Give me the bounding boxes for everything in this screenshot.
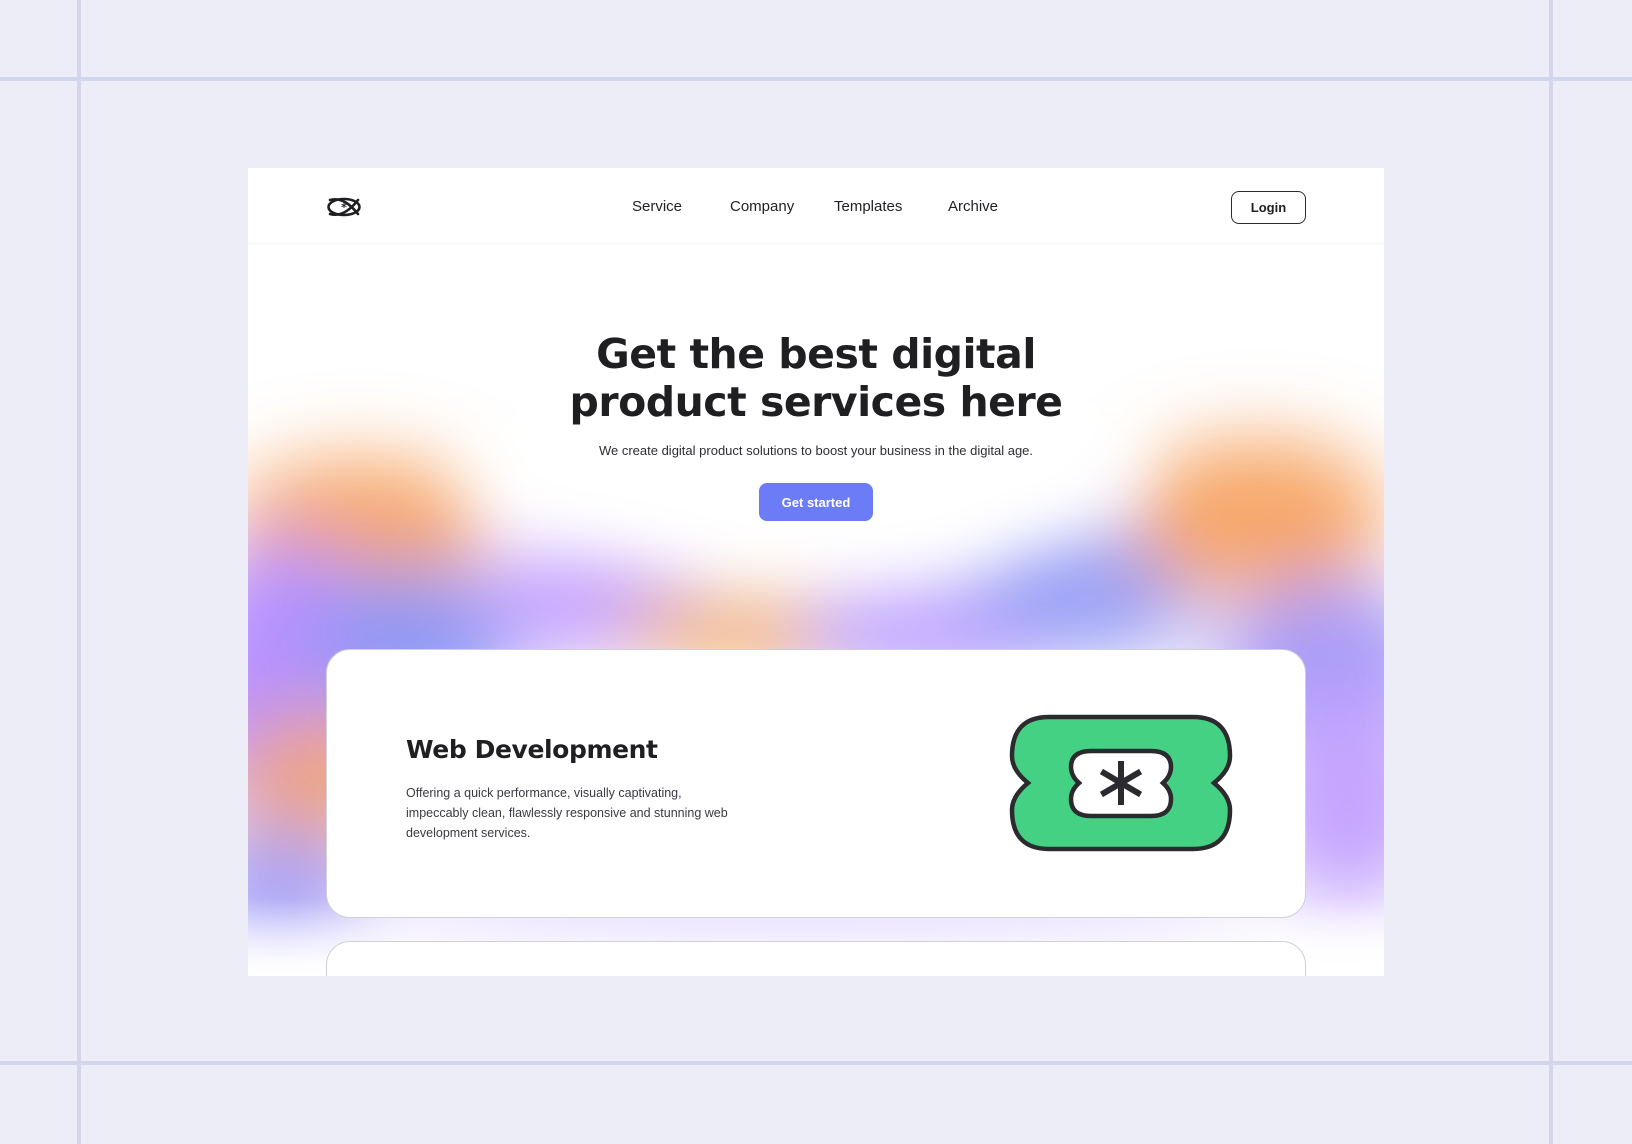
nav-link-templates[interactable]: Templates — [834, 198, 902, 215]
nav-link-archive[interactable]: Archive — [948, 198, 998, 215]
landing-page-frame: * Service Company Templates Archive Logi… — [248, 168, 1384, 976]
nav-link-company[interactable]: Company — [730, 198, 794, 215]
hero-title: Get the best digital product services he… — [248, 330, 1384, 426]
login-button[interactable]: Login — [1231, 191, 1306, 224]
hero-title-line: Get the best digital — [596, 330, 1036, 378]
guide-line — [77, 0, 81, 1144]
svg-text:*: * — [341, 201, 347, 214]
service-card-title: Web Development — [406, 735, 658, 764]
get-started-button[interactable]: Get started — [759, 483, 873, 521]
guide-line — [0, 1061, 1632, 1065]
atom-logo-icon[interactable]: * — [326, 194, 362, 220]
hero-subtitle: We create digital product solutions to b… — [598, 443, 1034, 458]
service-card-description: Offering a quick performance, visually c… — [406, 786, 728, 840]
design-canvas: * Service Company Templates Archive Logi… — [0, 0, 1632, 1144]
nav-link-service[interactable]: Service — [632, 198, 682, 215]
service-card-next[interactable] — [326, 941, 1306, 976]
asterisk-badge-icon — [1009, 714, 1233, 852]
hero-title-line: product services here — [569, 378, 1063, 426]
guide-line — [0, 77, 1632, 81]
service-card-web-development[interactable]: Web Development Offering a quick perform… — [326, 649, 1306, 918]
guide-line — [1549, 0, 1553, 1144]
top-navbar: * Service Company Templates Archive Logi… — [248, 168, 1384, 244]
